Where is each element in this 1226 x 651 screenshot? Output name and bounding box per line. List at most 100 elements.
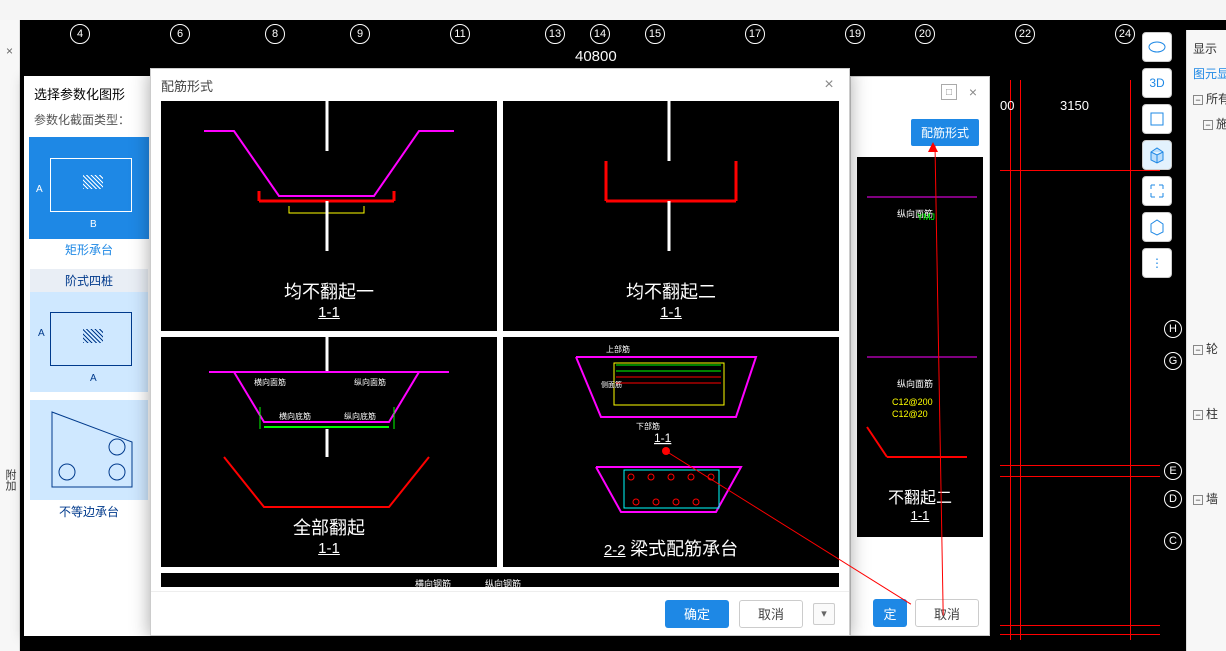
tree-collapse-icon[interactable]: − bbox=[1193, 410, 1203, 420]
cancel-button[interactable]: 取消 bbox=[739, 600, 803, 628]
axis-label: G bbox=[1164, 352, 1182, 370]
ruler-center-value: 40800 bbox=[575, 48, 617, 65]
orbit-icon[interactable] bbox=[1142, 32, 1172, 62]
panel-subheader: 图元显 bbox=[1191, 61, 1222, 86]
preview-canvas: 纵向面筋 纵向面筋 YMJ C12@200 C12@20 不翻起二 1-1 bbox=[857, 157, 983, 537]
dialog-title: 选择参数化图形 bbox=[24, 76, 154, 111]
rebar-form-button[interactable]: 配筋形式 bbox=[911, 119, 979, 146]
axis-label: E bbox=[1164, 462, 1182, 480]
ruler-mark: 20 bbox=[915, 24, 935, 44]
svg-text:纵向面筋: 纵向面筋 bbox=[897, 378, 933, 389]
gallery-item-5[interactable]: 横向钢筋 纵向钢筋 侧面筋 bbox=[161, 573, 839, 587]
close-button[interactable]: × bbox=[965, 84, 981, 100]
dim-label: A bbox=[36, 184, 43, 195]
ruler-mark: 6 bbox=[170, 24, 190, 44]
scroll-down-icon[interactable]: ▾ bbox=[813, 603, 835, 625]
tile-sub: 1-1 bbox=[503, 304, 839, 321]
spec-text: YMJ bbox=[917, 212, 935, 222]
grid-line bbox=[1000, 465, 1160, 466]
grid-line bbox=[1010, 80, 1011, 640]
gallery-item-3[interactable]: 横向面筋 纵向面筋 横向底筋 纵向底筋 全部翻起1-1 bbox=[161, 337, 497, 567]
grid-line bbox=[1020, 80, 1021, 640]
dialog-title: 配筋形式 bbox=[161, 76, 213, 95]
wireframe-icon[interactable] bbox=[1142, 212, 1172, 242]
tree-collapse-icon[interactable]: − bbox=[1193, 345, 1203, 355]
dim-label: A bbox=[38, 328, 45, 339]
grid-line bbox=[1000, 476, 1160, 477]
shape-card-stepped[interactable]: 阶式四桩 A A bbox=[30, 269, 148, 392]
ruler-mark: 13 bbox=[545, 24, 565, 44]
shape-card-label: 矩形承台 bbox=[30, 238, 148, 261]
tree-item[interactable]: −所有 bbox=[1191, 86, 1222, 111]
svg-text:纵向面筋: 纵向面筋 bbox=[354, 377, 386, 387]
ruler-mark: 8 bbox=[265, 24, 285, 44]
shape-card-rect[interactable]: A B 矩形承台 bbox=[30, 138, 148, 261]
tile-title: 梁式配筋承台 bbox=[630, 539, 738, 559]
parametric-shape-dialog: 选择参数化图形 参数化截面类型： A B 矩形承台 阶式四桩 A A bbox=[24, 76, 154, 636]
property-panel: 显示 图元显 −所有 −施 −轮 −柱 −墙 bbox=[1186, 30, 1226, 651]
shape-card-unequal[interactable]: 不等边承台 bbox=[30, 400, 148, 523]
tile-title: 均不翻起一 bbox=[284, 282, 374, 302]
dialog-subtitle: 参数化截面类型： bbox=[24, 111, 154, 134]
rebar-gallery[interactable]: 均不翻起一1-1 均不翻起二1-1 横向面筋 纵向面筋 bbox=[161, 101, 839, 587]
close-tab-button[interactable]: × bbox=[0, 44, 19, 58]
close-icon[interactable]: × bbox=[819, 75, 839, 95]
ruler-mark: 11 bbox=[450, 24, 470, 44]
shape-card-label: 不等边承台 bbox=[30, 500, 148, 523]
more-icon[interactable]: ⋮ bbox=[1142, 248, 1172, 278]
preview-sub: 1-1 bbox=[857, 508, 983, 523]
arrow-head-icon bbox=[928, 142, 938, 152]
axis-label: H bbox=[1164, 320, 1182, 338]
ruler-mark: 14 bbox=[590, 24, 610, 44]
gallery-item-1[interactable]: 均不翻起一1-1 bbox=[161, 101, 497, 331]
tree-collapse-icon[interactable]: − bbox=[1193, 495, 1203, 505]
ruler-mark: 15 bbox=[645, 24, 665, 44]
preview-title: 不翻起二 bbox=[888, 490, 952, 507]
bg-dim: 3150 bbox=[1060, 98, 1089, 113]
tree-item[interactable]: −施 bbox=[1191, 111, 1222, 136]
shape-card-label: 阶式四桩 bbox=[30, 269, 148, 292]
ruler-mark: 19 bbox=[845, 24, 865, 44]
cancel-button[interactable]: 取消 bbox=[915, 599, 979, 627]
view-3d-button[interactable]: 3D bbox=[1142, 68, 1172, 98]
grid-line bbox=[1130, 80, 1131, 640]
svg-text:横向面筋: 横向面筋 bbox=[254, 377, 286, 387]
box-icon[interactable] bbox=[1142, 104, 1172, 134]
ruler-mark: 9 bbox=[350, 24, 370, 44]
tile-sub: 1-1 bbox=[161, 540, 497, 557]
grid-line bbox=[1000, 170, 1160, 171]
tree-collapse-icon[interactable]: − bbox=[1193, 95, 1203, 105]
ruler-mark: 17 bbox=[745, 24, 765, 44]
bg-dim: 00 bbox=[1000, 98, 1014, 113]
cube-icon[interactable] bbox=[1142, 140, 1172, 170]
svg-text:纵向钢筋: 纵向钢筋 bbox=[485, 578, 521, 587]
ruler-mark: 24 bbox=[1115, 24, 1135, 44]
tree-item[interactable]: −墙 bbox=[1191, 486, 1222, 511]
left-strip: × bbox=[0, 20, 20, 651]
svg-text:横向钢筋: 横向钢筋 bbox=[415, 578, 451, 587]
fit-icon[interactable] bbox=[1142, 176, 1172, 206]
ruler-mark: 4 bbox=[70, 24, 90, 44]
svg-text:侧面筋: 侧面筋 bbox=[601, 380, 622, 389]
ruler: 4 6 8 9 11 13 14 15 17 19 20 22 24 40800 bbox=[20, 20, 1226, 50]
dim-label: B bbox=[90, 219, 97, 230]
tile-title: 均不翻起二 bbox=[626, 282, 716, 302]
tree-item[interactable]: −柱 bbox=[1191, 401, 1222, 426]
arrow-origin bbox=[662, 447, 670, 455]
tree-item[interactable]: −轮 bbox=[1191, 336, 1222, 361]
grid-line bbox=[1000, 625, 1160, 626]
rebar-form-dialog: 配筋形式 × 均不翻起一1-1 均不翻起二1-1 bbox=[150, 68, 850, 636]
panel-header: 显示 bbox=[1191, 36, 1222, 61]
maximize-button[interactable]: □ bbox=[941, 84, 957, 100]
ok-button[interactable]: 定 bbox=[873, 599, 907, 627]
tree-collapse-icon[interactable]: − bbox=[1203, 120, 1213, 130]
tile-title: 全部翻起 bbox=[293, 518, 365, 538]
view-toolbar: 3D ⋮ bbox=[1142, 32, 1176, 278]
preview-dialog: □ × 配筋形式 纵向面筋 纵向面筋 YMJ C12@200 C12@20 不翻… bbox=[850, 76, 990, 636]
gallery-item-4[interactable]: 上部筋 下部筋 侧面筋 1-1 2-2 梁式配筋承台 bbox=[503, 337, 839, 567]
attach-label[interactable]: 附加 bbox=[2, 469, 18, 491]
axis-label: D bbox=[1164, 490, 1182, 508]
axis-label: C bbox=[1164, 532, 1182, 550]
ok-button[interactable]: 确定 bbox=[665, 600, 729, 628]
gallery-item-2[interactable]: 均不翻起二 1-1 bbox=[503, 101, 839, 331]
